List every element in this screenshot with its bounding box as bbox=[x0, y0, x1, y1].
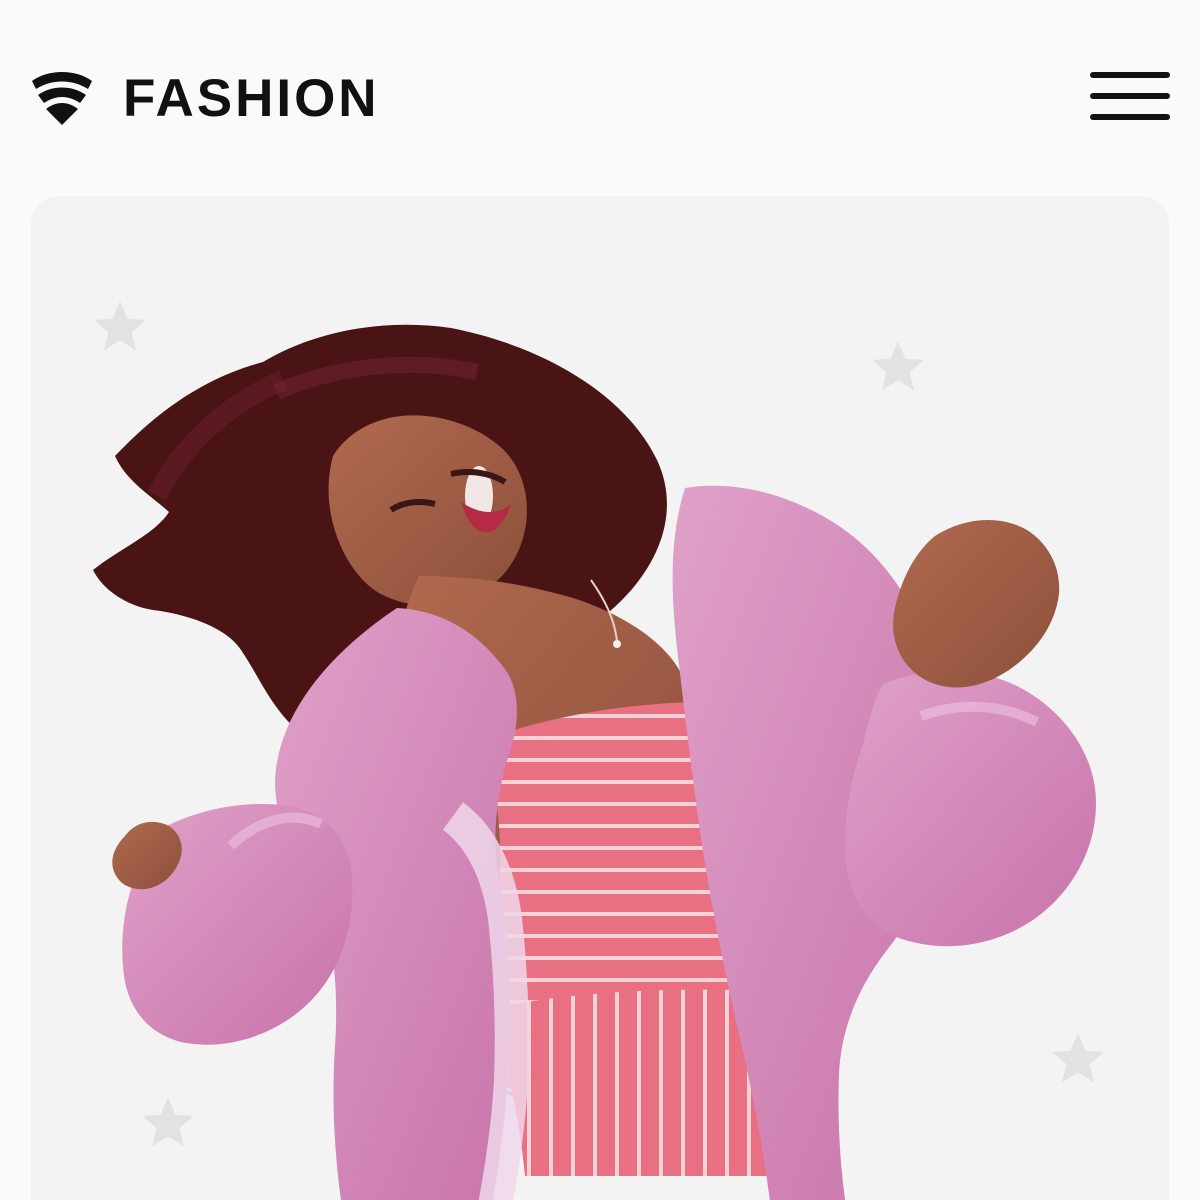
shield-wave-icon bbox=[32, 72, 92, 125]
hamburger-menu-icon bbox=[1090, 72, 1170, 78]
hamburger-menu-icon-line bbox=[1090, 114, 1170, 120]
hamburger-menu-icon-line bbox=[1090, 93, 1170, 99]
site-header: FASHION bbox=[0, 0, 1200, 196]
brand-name: FASHION bbox=[123, 68, 380, 128]
brand-logo-link[interactable]: FASHION bbox=[30, 66, 380, 130]
menu-button[interactable] bbox=[1090, 66, 1170, 126]
hero-photo bbox=[31, 196, 1169, 1200]
hero-card bbox=[31, 196, 1169, 1200]
